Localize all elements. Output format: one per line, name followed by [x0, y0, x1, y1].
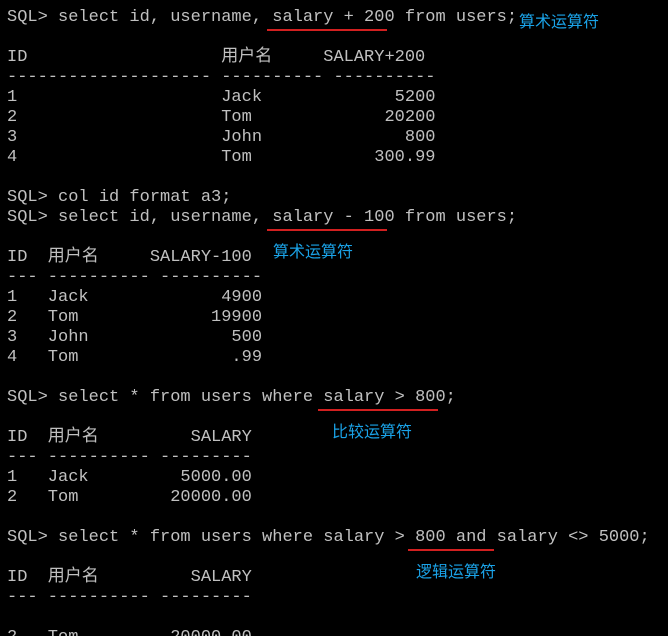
operator-highlight-underline	[408, 549, 494, 551]
terminal-line: 3 John 800	[7, 128, 436, 147]
annotation-comparison-operator: 比较运算符	[332, 422, 413, 441]
annotation-arithmetic-operator: 算术运算符	[519, 12, 600, 31]
terminal-line: 2 Tom 19900	[7, 308, 263, 327]
terminal-line: SQL> select * from users where salary > …	[7, 388, 456, 407]
operator-highlight-underline	[318, 409, 438, 411]
annotation-arithmetic-operator: 算术运算符	[273, 242, 354, 261]
terminal-line: --- ---------- ---------	[7, 448, 252, 467]
terminal-line: 2 Tom 20200	[7, 108, 436, 127]
terminal-line: SQL> select * from users where salary > …	[7, 528, 650, 547]
terminal-line: 4 Tom 300.99	[7, 148, 436, 167]
terminal-line: SQL> col id format a3;	[7, 188, 232, 207]
terminal-line: ID 用户名 SALARY	[7, 568, 252, 587]
annotation-logical-operator: 逻辑运算符	[416, 562, 497, 581]
operator-highlight-underline	[267, 29, 387, 31]
terminal-line: --- ---------- ---------	[7, 588, 252, 607]
terminal-line: 2 Tom 20000.00	[7, 488, 252, 507]
terminal-line: 3 John 500	[7, 328, 263, 347]
terminal-window[interactable]: SQL> select id, username, salary + 200 f…	[0, 0, 668, 636]
operator-highlight-underline	[267, 229, 387, 231]
terminal-line: --- ---------- ----------	[7, 268, 263, 287]
terminal-line: SQL> select id, username, salary - 100 f…	[7, 208, 518, 227]
terminal-line: 1 Jack 4900	[7, 288, 263, 307]
terminal-line: ID 用户名 SALARY	[7, 428, 252, 447]
terminal-line: 2 Tom 20000.00	[7, 628, 252, 636]
terminal-line: ID 用户名 SALARY+200	[7, 48, 426, 67]
terminal-line: -------------------- ---------- --------…	[7, 68, 436, 87]
terminal-line: 1 Jack 5200	[7, 88, 436, 107]
terminal-line: ID 用户名 SALARY-100	[7, 248, 252, 267]
terminal-line: SQL> select id, username, salary + 200 f…	[7, 8, 518, 27]
terminal-line: 1 Jack 5000.00	[7, 468, 252, 487]
terminal-line: 4 Tom .99	[7, 348, 263, 367]
